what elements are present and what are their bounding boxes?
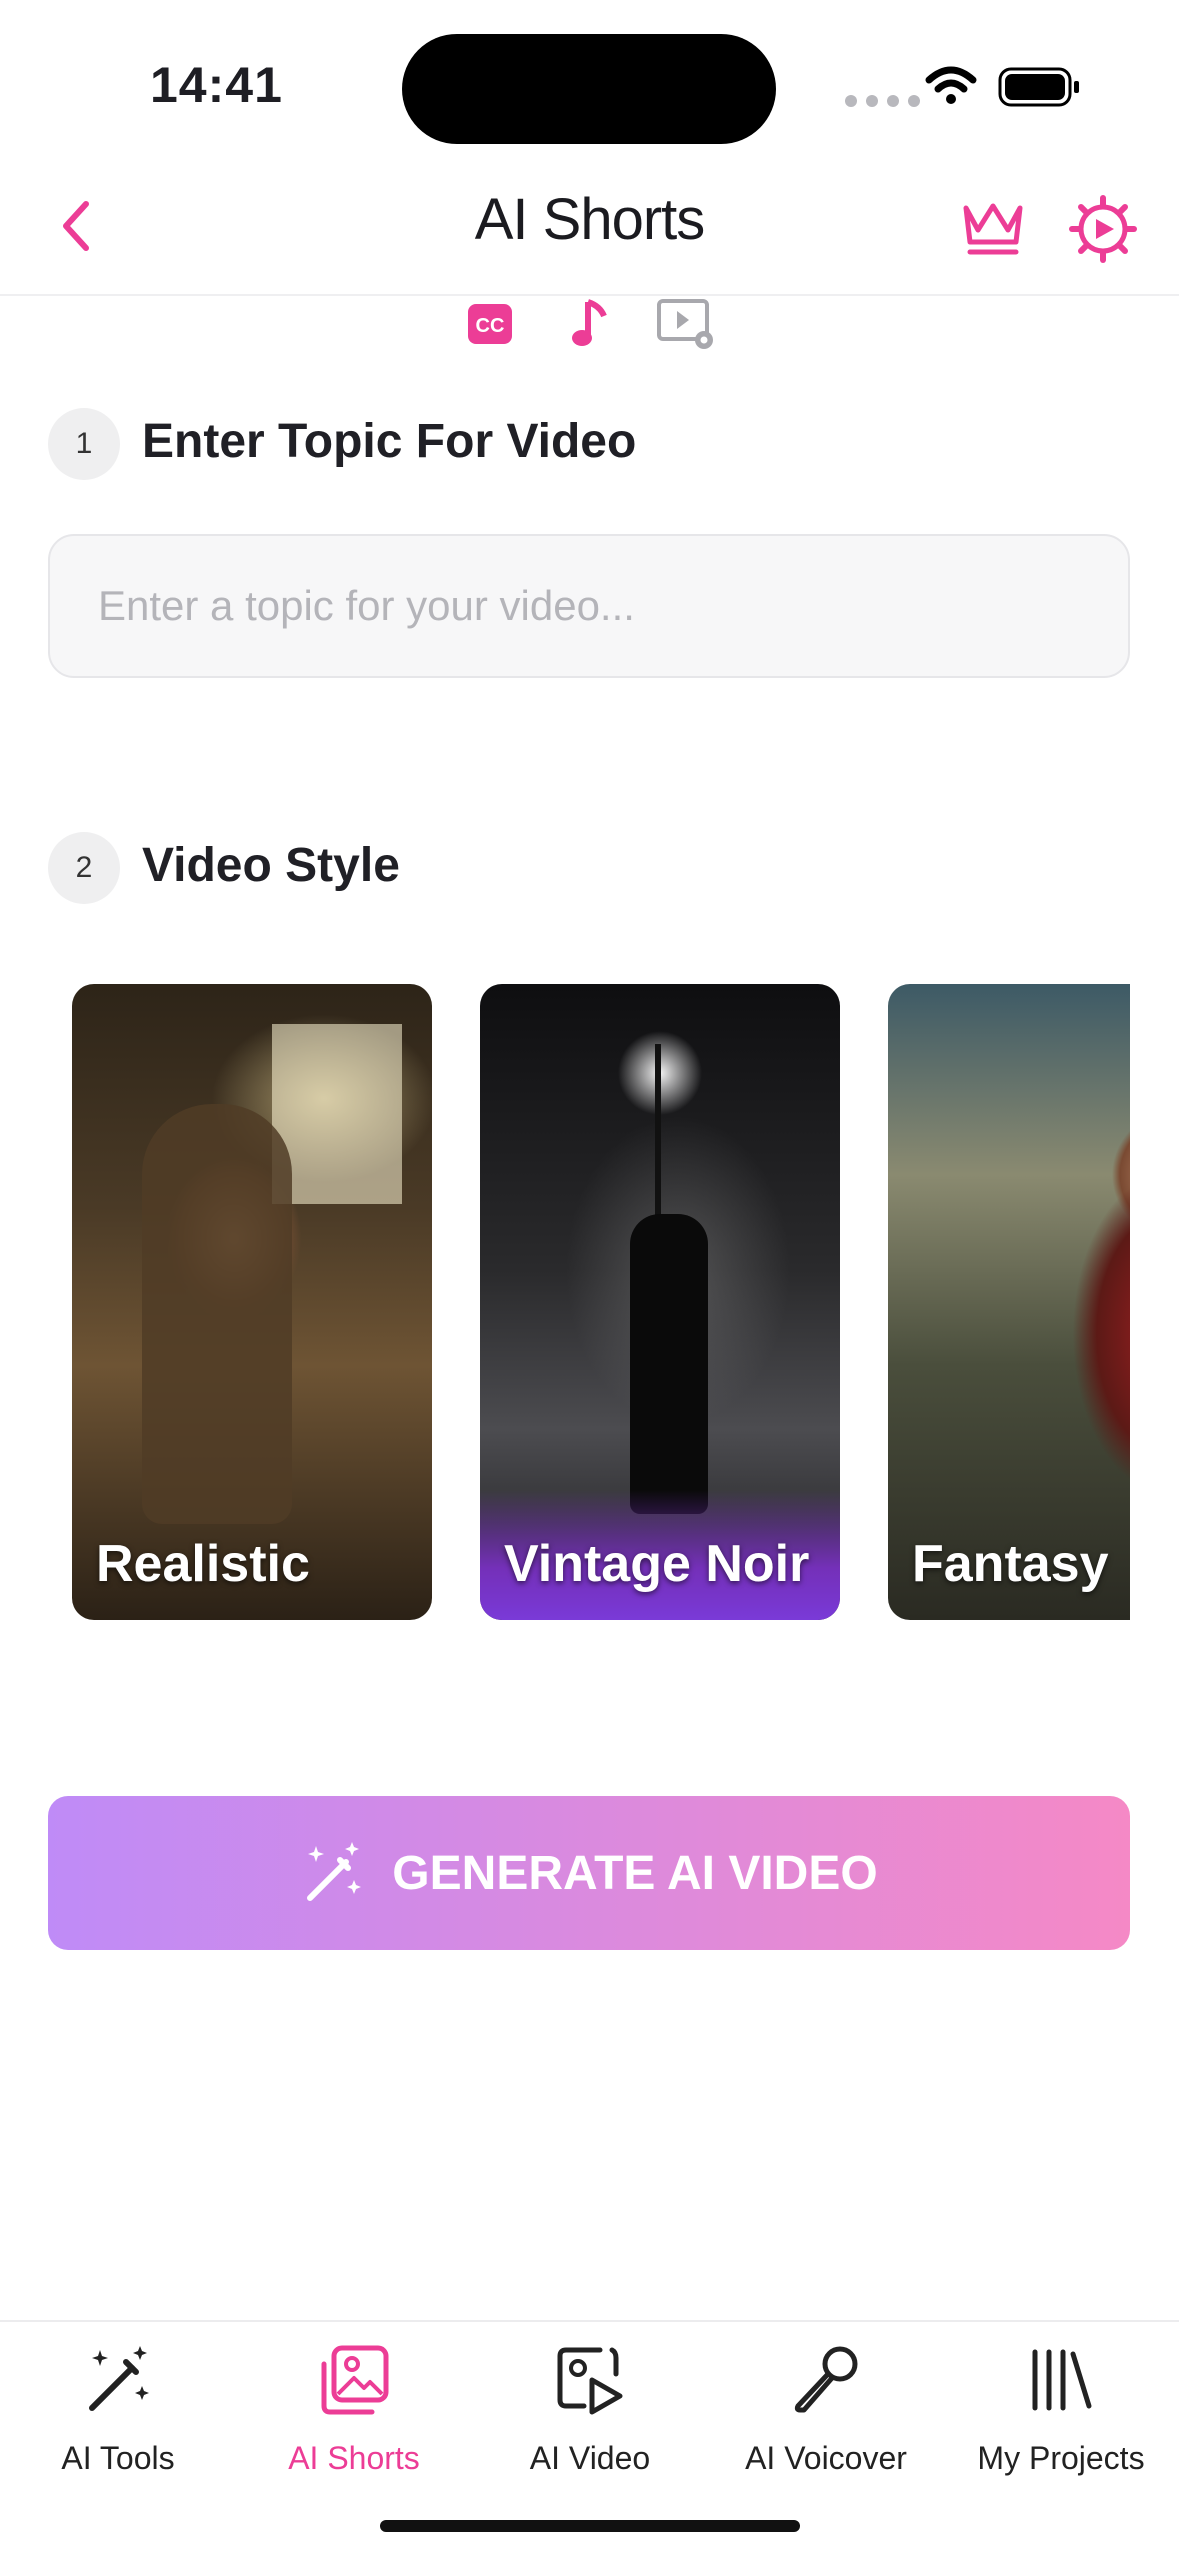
step-1-badge: 1: [48, 408, 120, 480]
dynamic-island: [402, 34, 776, 144]
topic-section-title: Enter Topic For Video: [142, 415, 637, 468]
card-image-lamp: [655, 1044, 661, 1224]
style-section-title: Video Style: [142, 839, 400, 892]
step-2-badge: 2: [48, 832, 120, 904]
video-image-icon: [557, 2347, 623, 2415]
topic-input[interactable]: [48, 534, 1130, 678]
card-image-figure: [630, 1214, 708, 1514]
tab-label: AI Voicover: [745, 2440, 907, 2476]
generate-video-button[interactable]: GENERATE AI VIDEO: [48, 1796, 1130, 1950]
tabbar-divider: [0, 2320, 1179, 2322]
svg-text:CC: CC: [476, 315, 505, 337]
library-icon: [1032, 2349, 1092, 2411]
header-divider: [0, 294, 1179, 296]
generate-button-label: GENERATE AI VIDEO: [392, 1846, 878, 1900]
status-time: 14:41: [150, 57, 283, 113]
style-carousel[interactable]: Realistic Vintage Noir Fantasy: [72, 984, 1130, 1622]
microphone-icon: [794, 2346, 858, 2413]
captions-icon[interactable]: CC: [466, 302, 514, 346]
tab-label: AI Video: [529, 2440, 651, 2476]
style-card-label: Vintage Noir: [504, 1535, 810, 1593]
magic-wand-icon: [89, 2346, 149, 2411]
style-card-realistic[interactable]: Realistic: [72, 984, 432, 1620]
wifi-icon: [925, 66, 977, 104]
style-card-fantasy[interactable]: Fantasy: [888, 984, 1130, 1620]
tab-label: My Projects: [977, 2440, 1145, 2476]
settings-gear-icon[interactable]: [1068, 194, 1138, 264]
tab-ai-video[interactable]: AI Video: [472, 2338, 708, 2488]
tab-ai-shorts[interactable]: AI Shorts: [236, 2338, 472, 2488]
cellular-signal-icon: [845, 95, 920, 107]
image-gallery-icon: [321, 2345, 389, 2415]
crown-icon[interactable]: [958, 196, 1028, 260]
style-card-vintage-noir[interactable]: Vintage Noir: [480, 984, 840, 1620]
home-indicator: [380, 2520, 800, 2532]
style-card-label: Fantasy: [912, 1535, 1109, 1593]
tab-label: AI Shorts: [288, 2440, 420, 2476]
tab-ai-voiceover[interactable]: AI Voicover: [708, 2338, 944, 2488]
tab-label: AI Tools: [61, 2440, 175, 2476]
video-settings-icon[interactable]: [656, 298, 718, 354]
battery-icon: [998, 67, 1079, 107]
tab-my-projects[interactable]: My Projects: [943, 2338, 1179, 2488]
style-card-label: Realistic: [96, 1535, 310, 1593]
tab-ai-tools[interactable]: AI Tools: [0, 2338, 236, 2488]
magic-wand-icon: [307, 1842, 362, 1901]
card-image-figure: [142, 1104, 292, 1524]
music-note-icon[interactable]: [570, 298, 610, 350]
